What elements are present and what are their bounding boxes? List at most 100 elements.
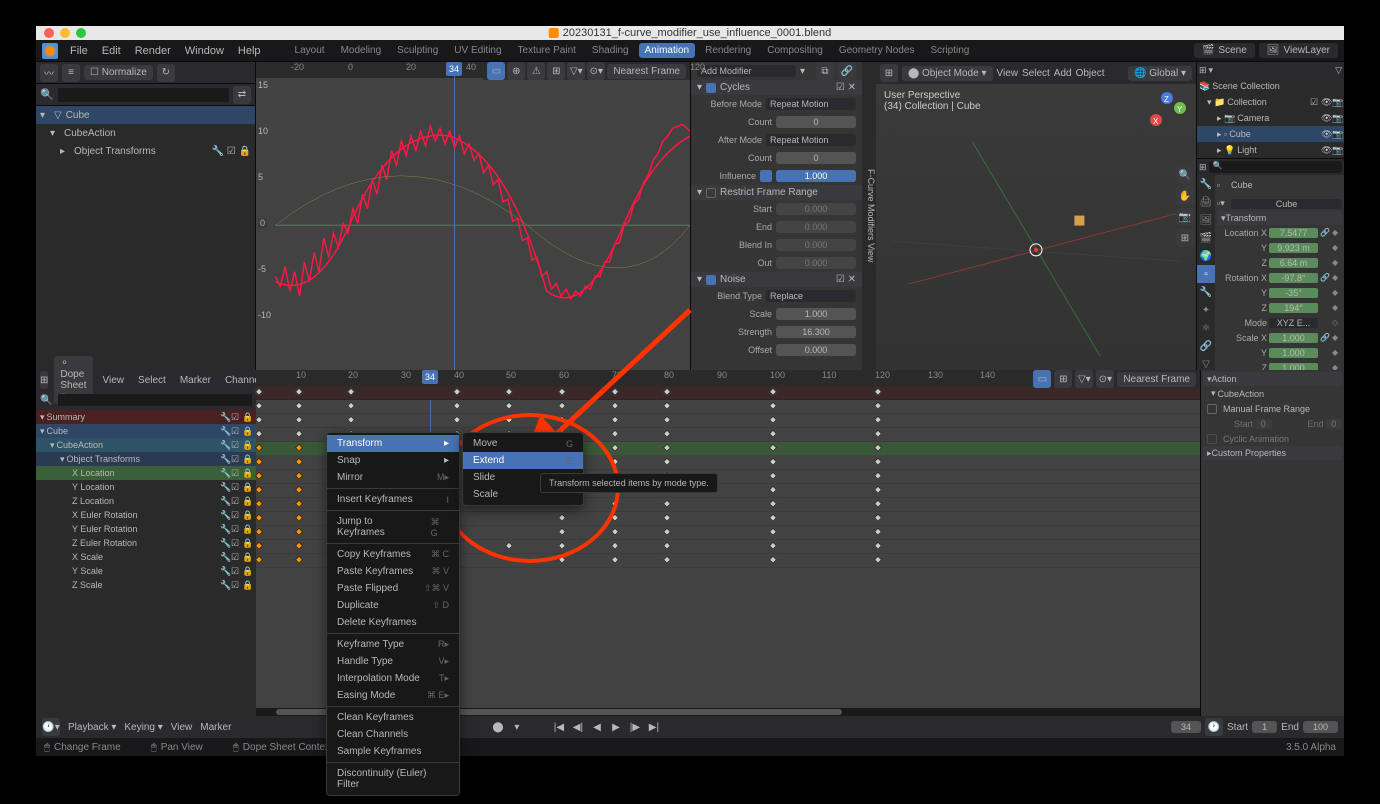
timeline-menu-view[interactable]: View <box>171 722 193 733</box>
props-tab-physics[interactable]: ⚛ <box>1197 319 1215 337</box>
rotation-z-input[interactable]: 194° <box>1269 303 1318 313</box>
workspace-tab-rendering[interactable]: Rendering <box>699 43 757 58</box>
current-frame-input[interactable]: 34 <box>1171 721 1201 733</box>
menu-render[interactable]: Render <box>129 43 177 59</box>
keyframe[interactable] <box>874 401 882 409</box>
keyframe[interactable] <box>255 555 263 563</box>
keyframe[interactable] <box>347 415 355 423</box>
preview-range-icon[interactable]: 🕐 <box>1205 718 1223 736</box>
vp-menu-select[interactable]: Select <box>1022 68 1050 79</box>
keyframe[interactable] <box>663 429 671 437</box>
keyframe[interactable] <box>295 429 303 437</box>
menu-item-snap[interactable]: Snap▸ <box>327 452 459 469</box>
add-modifier-dropdown[interactable]: Add Modifier <box>697 65 796 77</box>
autokey-icon[interactable]: ⬤ <box>490 719 506 735</box>
maximize-window-button[interactable] <box>76 28 86 38</box>
keyframe[interactable] <box>611 415 619 423</box>
keyframe[interactable] <box>874 457 882 465</box>
keyframe[interactable] <box>558 541 566 549</box>
menu-help[interactable]: Help <box>232 43 267 59</box>
keyframe[interactable] <box>769 457 777 465</box>
keyframe[interactable] <box>453 401 461 409</box>
select-tool-icon[interactable]: ▭ <box>1033 370 1051 388</box>
scale-x-input[interactable]: 1.000 <box>1269 333 1318 343</box>
end-frame-input[interactable]: 100 <box>1303 721 1338 733</box>
keyframe[interactable] <box>295 471 303 479</box>
keyframe[interactable] <box>255 485 263 493</box>
editor-3d-icon[interactable]: ⊞ <box>880 64 898 82</box>
outliner-cube[interactable]: ▸ ▫ Cube👁📷 <box>1197 126 1344 142</box>
menu-item-sample-keyframes[interactable]: Sample Keyframes <box>327 743 459 760</box>
noise-strength-input[interactable]: 16.300 <box>776 326 856 338</box>
rotation-mode-select[interactable]: XYZ E... <box>1269 318 1318 328</box>
workspace-tab-uv[interactable]: UV Editing <box>448 43 507 58</box>
channel-z-location[interactable]: Z Location🔧☑🔒 <box>36 494 256 508</box>
outliner-light[interactable]: ▸ 💡 Light👁📷 <box>1197 142 1344 158</box>
start-input[interactable]: 0.000 <box>776 203 856 215</box>
menu-item-paste-flipped[interactable]: Paste Flipped⇧⌘ V <box>327 580 459 597</box>
keyframe[interactable] <box>505 415 513 423</box>
keyframe[interactable] <box>295 387 303 395</box>
keyframe[interactable] <box>874 415 882 423</box>
dope-editor-icon[interactable]: ⊞ <box>40 371 48 389</box>
keyframe[interactable] <box>874 513 882 521</box>
outliner-camera[interactable]: ▸ 📷 Camera👁📷 <box>1197 110 1344 126</box>
location-y-input[interactable]: 9.923 m <box>1269 243 1318 253</box>
play-reverse-icon[interactable]: ◀ <box>589 719 605 735</box>
keyframe[interactable] <box>769 541 777 549</box>
keyframe[interactable] <box>663 443 671 451</box>
filter-icon[interactable]: ▽ <box>1335 65 1342 76</box>
minimize-window-button[interactable] <box>60 28 70 38</box>
channel-object-transforms[interactable]: ▾Object Transforms🔧☑🔒 <box>36 452 256 466</box>
keyframe[interactable] <box>611 457 619 465</box>
keyframe[interactable] <box>769 485 777 493</box>
keyframe[interactable] <box>769 513 777 521</box>
keyframe[interactable] <box>505 387 513 395</box>
keyframe[interactable] <box>255 471 263 479</box>
vp-menu-object[interactable]: Object <box>1076 68 1105 79</box>
menu-item-jump-to-keyframes[interactable]: Jump to Keyframes⌘ G <box>327 513 459 541</box>
scene-selector[interactable]: 🎬 Scene <box>1194 43 1255 58</box>
timeline-menu-marker[interactable]: Marker <box>200 722 231 733</box>
timeline-icon[interactable]: 🕐▾ <box>42 718 60 736</box>
track-row[interactable] <box>256 386 1200 400</box>
props-icon[interactable]: ⊞ <box>1199 162 1207 173</box>
keyframe[interactable] <box>453 387 461 395</box>
refresh-icon[interactable]: ↻ <box>157 64 175 82</box>
workspace-tab-scripting[interactable]: Scripting <box>924 43 975 58</box>
menu-window[interactable]: Window <box>179 43 230 59</box>
persp-icon[interactable]: ⊞ <box>1176 229 1194 247</box>
playhead[interactable]: 34 <box>446 62 462 76</box>
props-tab-particle[interactable]: ✦ <box>1197 301 1215 319</box>
dope-menu-select[interactable]: Select <box>134 374 170 387</box>
keyframe[interactable] <box>769 415 777 423</box>
menu-item-duplicate[interactable]: Duplicate⇧ D <box>327 597 459 614</box>
channel-x-scale[interactable]: X Scale🔧☑🔒 <box>36 550 256 564</box>
select-tool-icon[interactable]: ▭ <box>487 62 505 80</box>
keyframe[interactable] <box>558 527 566 535</box>
menu-item-easing-mode[interactable]: Easing Mode⌘ E▸ <box>327 687 459 704</box>
props-tab-constraint[interactable]: 🔗 <box>1197 337 1215 355</box>
props-tab-object[interactable]: ▫ <box>1197 265 1215 283</box>
keyframe[interactable] <box>769 499 777 507</box>
editor-type-icon[interactable]: 〰 <box>40 64 58 82</box>
keyframe[interactable] <box>295 513 303 521</box>
keyframe[interactable] <box>347 387 355 395</box>
menu-item-insert-keyframes[interactable]: Insert KeyframesI <box>327 491 459 508</box>
influence-input[interactable]: 1.000 <box>776 170 856 182</box>
graph-canvas[interactable]: -20 0 20 40 60 80 100 120 34 15 10 5 0 -… <box>256 62 690 370</box>
keyframe[interactable] <box>874 387 882 395</box>
camera-icon[interactable]: 📷 <box>1176 208 1194 226</box>
mode-select[interactable]: ⬤ Object Mode ▾ <box>902 66 993 81</box>
start-frame-input[interactable]: 1 <box>1252 721 1277 733</box>
menu-item-transform[interactable]: Transform▸ <box>327 435 459 452</box>
outliner-icon[interactable]: ⊞ <box>1199 65 1207 76</box>
close-window-button[interactable] <box>44 28 54 38</box>
menu-item-clean-channels[interactable]: Clean Channels <box>327 726 459 743</box>
menu-item-move[interactable]: MoveG <box>463 435 583 452</box>
blender-logo-icon[interactable] <box>42 43 58 59</box>
keyframe[interactable] <box>769 401 777 409</box>
keyframe[interactable] <box>255 541 263 549</box>
keyframe[interactable] <box>558 555 566 563</box>
keyframe[interactable] <box>255 443 263 451</box>
